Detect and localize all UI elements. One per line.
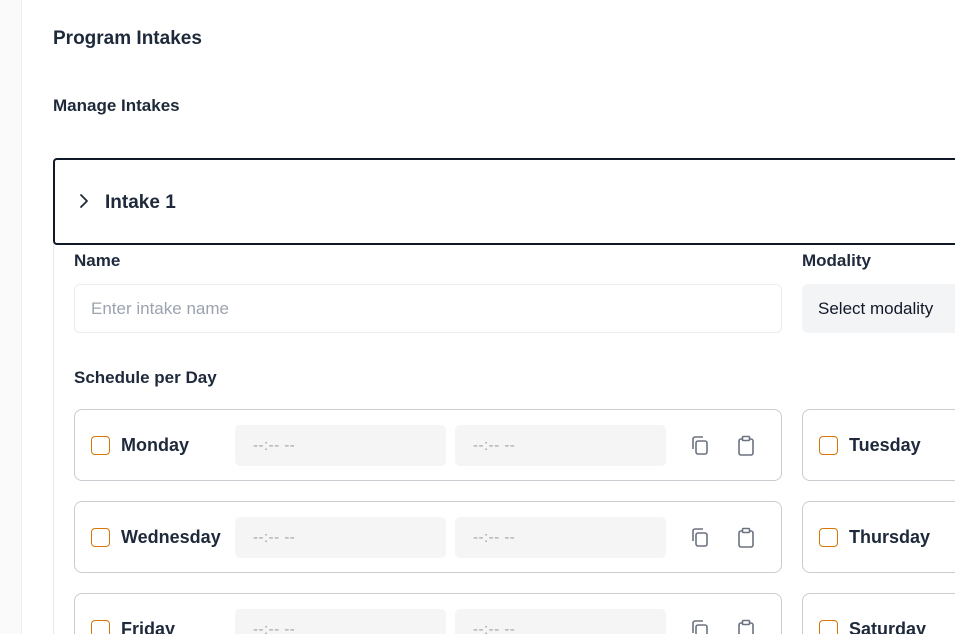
friday-start-time[interactable]: --:-- -- (235, 609, 446, 634)
day-card-thursday: Thursday (802, 501, 955, 573)
day-label: Friday (121, 619, 176, 634)
intake-accordion-header[interactable]: Intake 1 (53, 158, 955, 245)
day-card-friday: Friday --:-- -- --:-- -- (74, 593, 782, 634)
monday-checkbox[interactable] (91, 436, 110, 455)
day-card-tuesday: Tuesday (802, 409, 955, 481)
page-title: Program Intakes (53, 28, 202, 49)
left-rail (0, 0, 22, 634)
day-label: Thursday (849, 527, 931, 547)
wednesday-checkbox[interactable] (91, 528, 110, 547)
monday-end-time[interactable]: --:-- -- (455, 425, 666, 466)
copy-icon[interactable] (689, 434, 711, 458)
intake-title: Intake 1 (105, 192, 176, 213)
copy-icon[interactable] (689, 526, 711, 550)
modality-label: Modality (802, 251, 871, 270)
saturday-checkbox[interactable] (819, 620, 838, 634)
day-card-saturday: Saturday (802, 593, 955, 634)
wednesday-start-time[interactable]: --:-- -- (235, 517, 446, 558)
schedule-label: Schedule per Day (74, 368, 217, 387)
day-label: Monday (121, 435, 190, 455)
day-card-monday: Monday --:-- -- --:-- -- (74, 409, 782, 481)
friday-end-time[interactable]: --:-- -- (455, 609, 666, 634)
name-label: Name (74, 251, 121, 270)
day-card-wednesday: Wednesday --:-- -- --:-- -- (74, 501, 782, 573)
section-title: Manage Intakes (53, 96, 180, 115)
clipboard-icon[interactable] (735, 526, 757, 550)
modality-select[interactable]: Select modality (802, 284, 955, 333)
intake-name-input[interactable]: Enter intake name (74, 284, 782, 333)
day-label: Wednesday (121, 527, 221, 547)
day-label: Saturday (849, 619, 927, 634)
copy-icon[interactable] (689, 618, 711, 634)
day-label: Tuesday (849, 435, 921, 455)
tuesday-checkbox[interactable] (819, 436, 838, 455)
clipboard-icon[interactable] (735, 434, 757, 458)
monday-start-time[interactable]: --:-- -- (235, 425, 446, 466)
friday-checkbox[interactable] (91, 620, 110, 634)
chevron-right-icon (80, 194, 88, 208)
thursday-checkbox[interactable] (819, 528, 838, 547)
wednesday-end-time[interactable]: --:-- -- (455, 517, 666, 558)
clipboard-icon[interactable] (735, 618, 757, 634)
